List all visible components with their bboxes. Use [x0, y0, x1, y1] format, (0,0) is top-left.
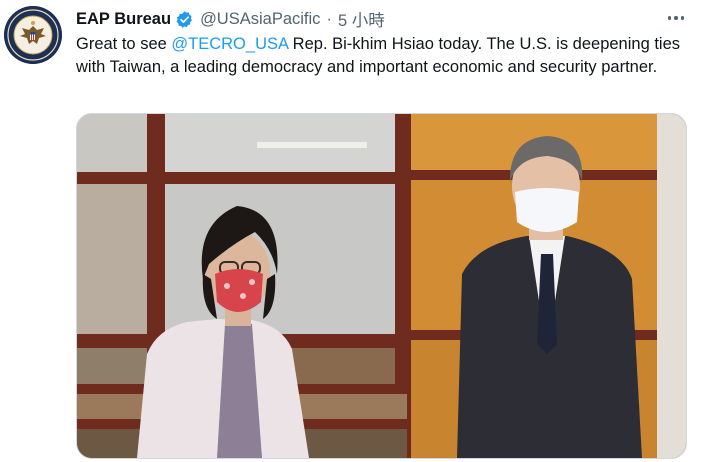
separator-dot: ·: [326, 9, 332, 28]
state-department-seal-icon: [4, 6, 62, 64]
tweet-text-start: Great to see: [76, 35, 172, 53]
author-name[interactable]: EAP Bureau: [76, 10, 171, 29]
verified-badge-icon: [175, 10, 194, 29]
mention-link[interactable]: @TECRO_USA: [171, 35, 288, 53]
tweet-text: Great to see @TECRO_USA Rep. Bi-khim Hsi…: [76, 33, 691, 79]
more-options-icon[interactable]: [662, 8, 690, 28]
timestamp[interactable]: 5 小時: [338, 7, 385, 31]
tweet-photo[interactable]: [76, 113, 687, 459]
tweet[interactable]: EAP Bureau @USAsiaPacific · 5 小時 Great t…: [0, 0, 702, 462]
tweet-header: EAP Bureau @USAsiaPacific · 5 小時: [76, 7, 385, 31]
author-handle[interactable]: @USAsiaPacific: [200, 10, 320, 29]
photo-image: [77, 114, 686, 458]
avatar[interactable]: [4, 6, 62, 64]
